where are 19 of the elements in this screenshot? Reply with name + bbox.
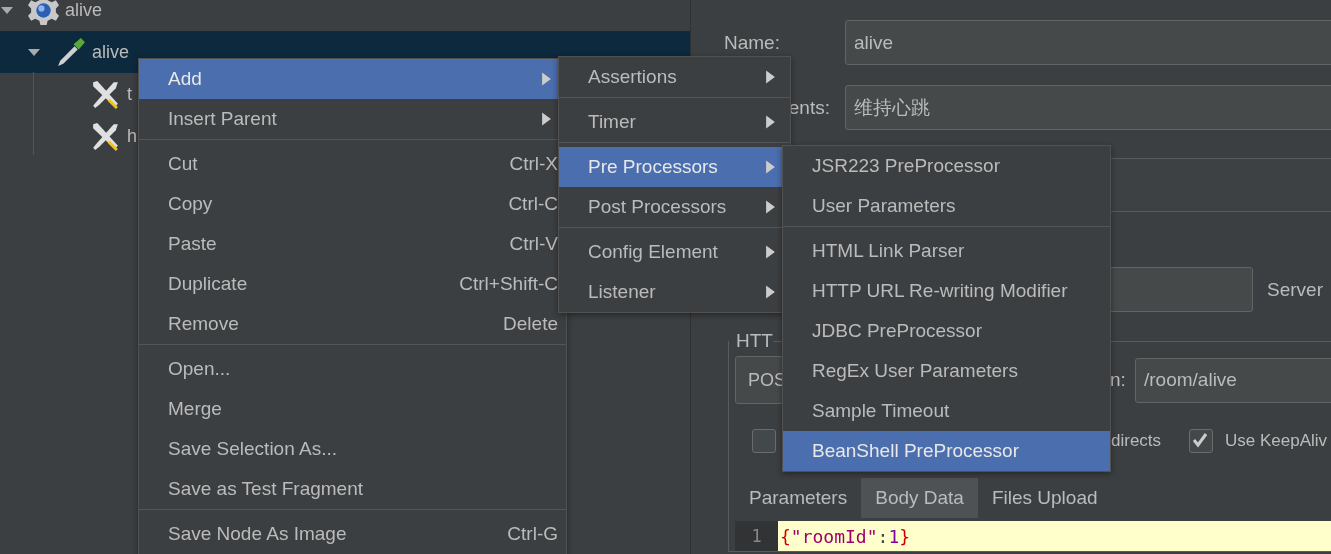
path-label: n: xyxy=(1110,369,1127,391)
shortcut-label: Ctrl+Shift-C xyxy=(459,273,558,295)
tree-label: alive xyxy=(65,0,103,21)
name-label: Name: xyxy=(723,31,781,54)
checkbox-label: directs xyxy=(1111,431,1163,451)
shortcut-label: Ctrl-G xyxy=(507,523,558,545)
tree-label: t xyxy=(127,83,132,105)
shortcut-label: Ctrl-C xyxy=(508,193,558,215)
comments-label: ents: xyxy=(787,96,831,119)
line-number: 1 xyxy=(735,521,778,551)
server-label: Server xyxy=(1267,278,1323,301)
tree-label: alive xyxy=(92,41,130,63)
checkbox-label: Use KeepAliv xyxy=(1225,431,1328,451)
shortcut-label: Ctrl-X xyxy=(509,153,558,175)
group-title: HTT xyxy=(735,330,773,352)
code-line: {"roomId":1} xyxy=(780,525,911,547)
shortcut-label: Delete xyxy=(503,313,558,335)
shortcut-label: Ctrl-V xyxy=(509,233,558,255)
tree-label: h xyxy=(127,125,137,147)
